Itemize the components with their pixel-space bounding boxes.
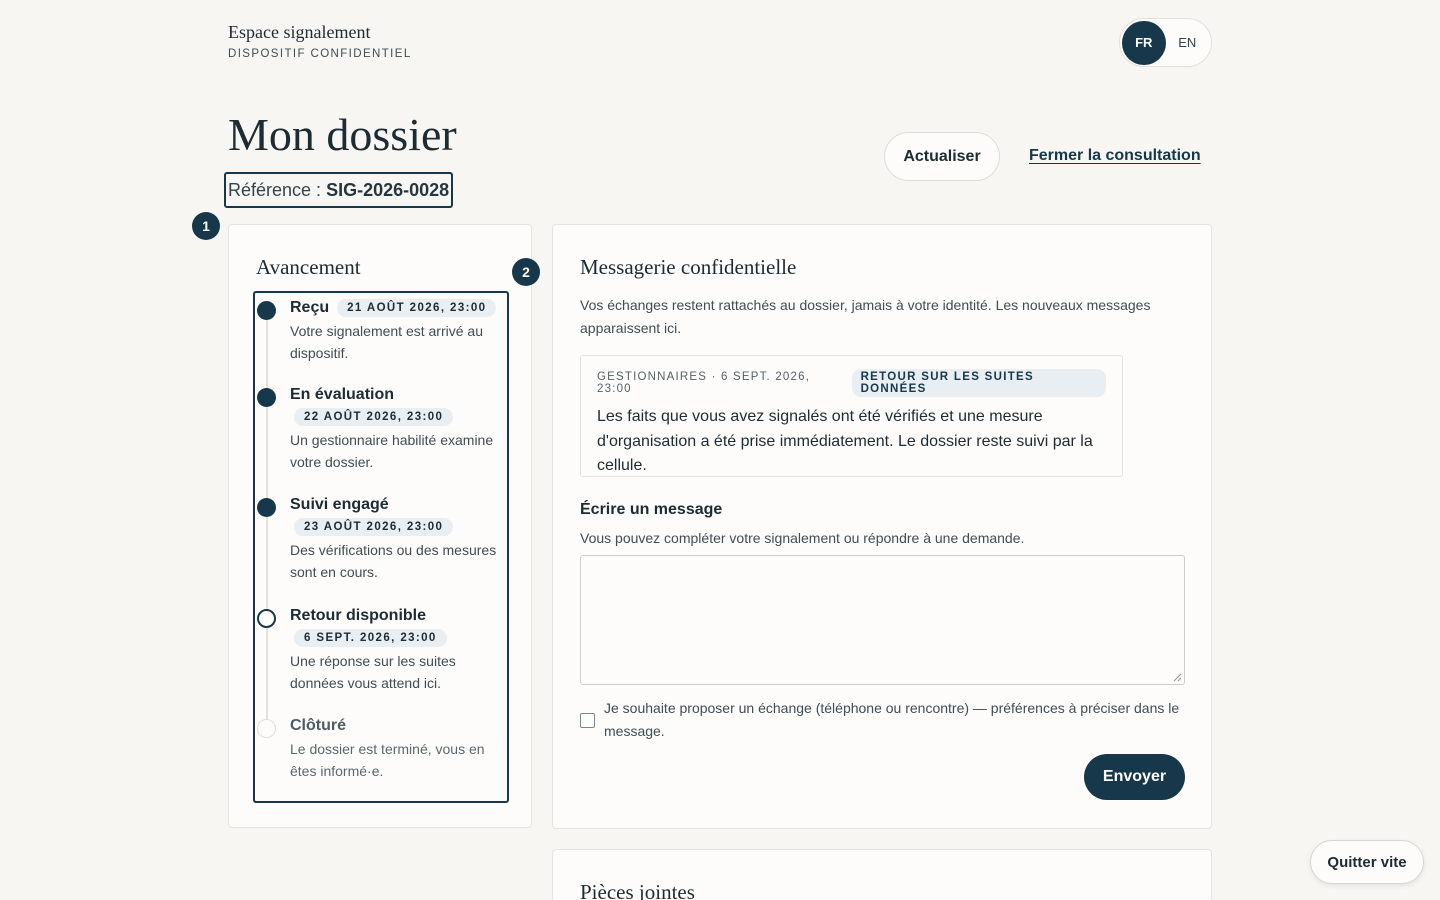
messaging-card: Messagerie confidentielle Vos échanges r… [552,224,1212,829]
timeline-step-received: Reçu 21 AOÛT 2026, 23:00 Votre signaleme… [255,295,507,364]
timeline-step-evaluation: En évaluation 22 AOÛT 2026, 23:00 Un ges… [255,382,507,473]
step-name: Clôturé [290,717,346,734]
progress-timeline: Reçu 21 AOÛT 2026, 23:00 Votre signaleme… [253,291,509,803]
quick-exit-button[interactable]: Quitter vite [1310,840,1424,884]
step-name: Reçu [290,299,330,316]
attachments-title: Pièces jointes [580,880,695,900]
language-fr-button[interactable]: FR [1122,20,1166,65]
step-date: 23 AOÛT 2026, 23:00 [294,518,454,536]
send-button[interactable]: Envoyer [1084,754,1185,800]
step-name: Suivi engagé [290,496,389,513]
step-description: Le dossier est terminé, vous en êtes inf… [290,741,485,779]
close-consultation-link[interactable]: Fermer la consultation [1029,147,1201,165]
messaging-title: Messagerie confidentielle [580,255,797,279]
step-description: Des vérifications ou des mesures sont en… [290,542,497,580]
section-marker-1: 1 [192,212,220,240]
language-en-button[interactable]: EN [1166,21,1210,65]
exchange-consent[interactable]: Je souhaite proposer un échange (télépho… [580,697,1190,743]
reference-badge: Référence : SIG-2026-0028 [224,172,454,208]
step-date: 6 SEPT. 2026, 23:00 [294,629,447,647]
compose-title: Écrire un message [580,501,723,518]
reference-value: SIG-2026-0028 [326,179,450,200]
step-name: Retour disponible [290,607,426,624]
section-marker-2: 2 [512,258,540,286]
step-date: 22 AOÛT 2026, 23:00 [294,408,454,426]
step-date: 21 AOÛT 2026, 23:00 [337,299,497,317]
attachments-card: Pièces jointes [552,849,1212,900]
exchange-label: Je souhaite proposer un échange (télépho… [604,700,1180,739]
refresh-button[interactable]: Actualiser [884,132,1000,181]
message-item: GESTIONNAIRES · 6 SEPT. 2026, 23:00 RETO… [580,355,1123,477]
brand-subtitle: DISPOSITIF CONFIDENTIEL [228,48,412,60]
step-complete-icon [257,388,276,407]
exchange-checkbox[interactable] [580,713,595,728]
message-text: Les faits que vous avez signalés ont été… [597,408,1093,474]
step-name: En évaluation [290,386,395,403]
language-switch: FR EN [1119,18,1212,67]
message-meta: GESTIONNAIRES · 6 SEPT. 2026, 23:00 [597,371,811,395]
compose-hint: Vous pouvez compléter votre signalement … [580,530,1025,546]
step-description: Un gestionnaire habilité examine votre d… [290,432,494,470]
resize-grip-icon[interactable] [1172,672,1182,682]
brand: Espace signalement DISPOSITIF CONFIDENTI… [228,22,412,60]
reference-label: Référence : [228,179,322,200]
timeline-step-followup: Suivi engagé 23 AOÛT 2026, 23:00 Des vér… [255,492,507,583]
step-current-icon [257,609,276,628]
step-description: Une réponse sur les suites données vous … [290,653,456,691]
messaging-intro: Vos échanges restent rattachés au dossie… [580,297,1151,336]
timeline-step-closed: Clôturé Le dossier est terminé, vous en … [255,713,507,782]
timeline-step-response: Retour disponible 6 SEPT. 2026, 23:00 Un… [255,603,507,694]
step-complete-icon [257,498,276,517]
step-pending-icon [257,719,276,738]
progress-title: Avancement [256,255,361,279]
step-complete-icon [257,301,276,320]
step-description: Votre signalement est arrivé au disposit… [290,323,483,361]
page-title: Mon dossier [228,109,457,160]
brand-name: Espace signalement [228,22,371,42]
message-textarea[interactable] [580,555,1185,685]
progress-card: Avancement Reçu 21 AOÛT 2026, 23:00 Votr… [228,224,532,828]
message-tag: RETOUR SUR LES SUITES DONNÉES [851,369,1106,397]
